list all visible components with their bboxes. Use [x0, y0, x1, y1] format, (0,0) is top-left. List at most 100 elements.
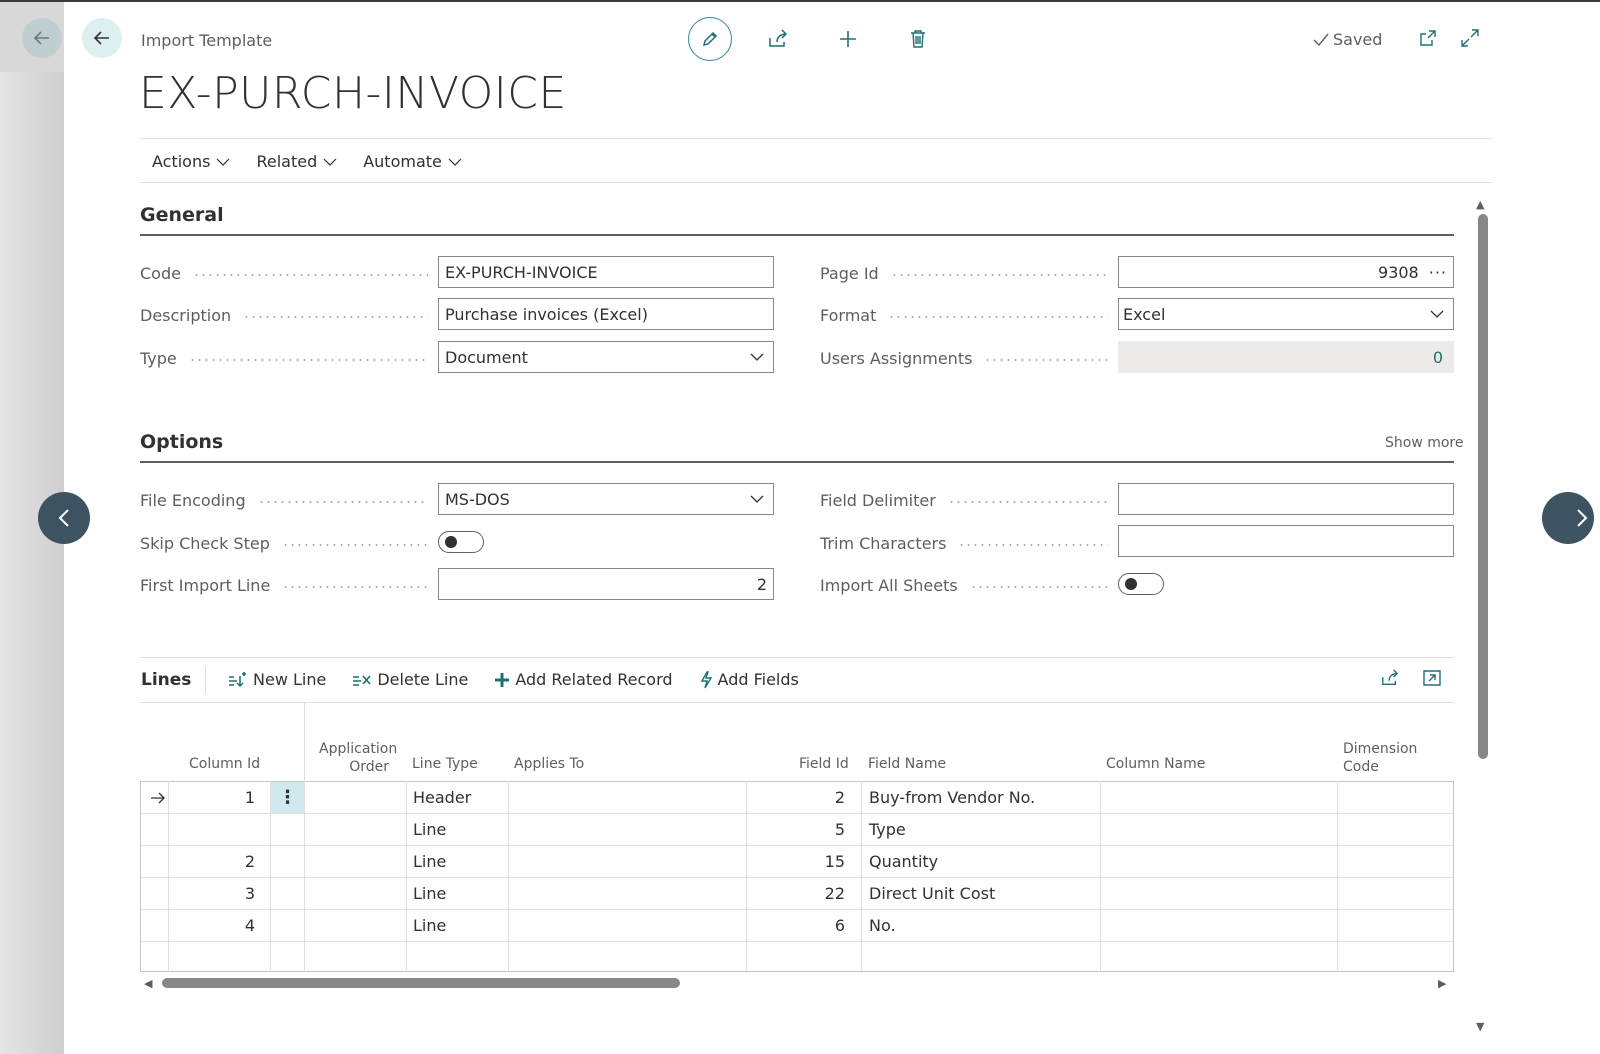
- open-new-window-button[interactable]: [1418, 28, 1438, 52]
- menu-actions-label: Actions: [152, 152, 211, 171]
- delete-line-button[interactable]: Delete Line: [352, 670, 468, 689]
- cell-column-id[interactable]: 4: [170, 910, 255, 941]
- expand-button[interactable]: [1460, 28, 1480, 52]
- format-label-text: Format: [820, 305, 877, 325]
- next-record-button[interactable]: [1542, 492, 1594, 544]
- page-id-lookup-button[interactable]: ···: [1429, 263, 1447, 282]
- import-all-sheets-toggle[interactable]: [1118, 573, 1164, 595]
- description-input[interactable]: Purchase invoices (Excel): [438, 298, 774, 330]
- general-section-rule: [140, 234, 1454, 236]
- menu-related[interactable]: Related: [256, 152, 337, 171]
- code-value: EX-PURCH-INVOICE: [445, 262, 598, 282]
- cell-field-name[interactable]: Direct Unit Cost: [869, 878, 995, 909]
- cell-column-id[interactable]: [170, 814, 255, 845]
- cell-column-id[interactable]: 3: [170, 878, 255, 909]
- column-header-application-order[interactable]: Application Order: [319, 740, 398, 776]
- code-label-text: Code: [140, 263, 181, 283]
- grid-column-divider: [304, 781, 305, 972]
- scroll-up-arrow[interactable]: ▲: [1476, 198, 1484, 211]
- cell-column-id[interactable]: 2: [170, 846, 255, 877]
- table-row[interactable]: 2 Line 15 Quantity: [140, 846, 1454, 878]
- file-encoding-select[interactable]: MS-DOS: [438, 483, 774, 515]
- row-actions-button[interactable]: ⋮: [271, 782, 304, 813]
- page-toolbar: [688, 17, 934, 61]
- scroll-right-arrow[interactable]: ▶: [1438, 977, 1446, 990]
- back-button[interactable]: [82, 18, 122, 58]
- cell-line-type[interactable]: Line: [413, 878, 446, 909]
- skip-check-step-toggle[interactable]: [438, 531, 484, 553]
- code-input[interactable]: EX-PURCH-INVOICE: [438, 256, 774, 288]
- vertical-scrollbar-thumb[interactable]: [1478, 214, 1488, 759]
- column-header-column-name[interactable]: Column Name: [1106, 755, 1205, 773]
- cell-field-id[interactable]: 5: [747, 814, 845, 845]
- users-assignments-value[interactable]: 0: [1118, 341, 1454, 373]
- cell-field-name[interactable]: Type: [869, 814, 906, 845]
- column-header-field-name[interactable]: Field Name: [868, 755, 946, 773]
- column-header-applies-to[interactable]: Applies To: [514, 755, 584, 773]
- cell-field-id[interactable]: 2: [747, 782, 845, 813]
- add-related-record-button[interactable]: Add Related Record: [494, 670, 673, 689]
- delete-button[interactable]: [902, 17, 934, 61]
- grid-border-bottom: [140, 971, 1454, 972]
- column-header-column-id[interactable]: Column Id: [189, 755, 260, 773]
- cell-field-id[interactable]: 15: [747, 846, 845, 877]
- cell-line-type[interactable]: Line: [413, 910, 446, 941]
- skip-check-step-label: Skip Check Step: [140, 527, 434, 559]
- general-section-title[interactable]: General: [140, 204, 224, 226]
- cell-column-id[interactable]: [170, 942, 255, 973]
- scroll-left-arrow[interactable]: ◀: [144, 977, 152, 990]
- breadcrumb: Import Template: [141, 31, 273, 50]
- table-row[interactable]: 1 Header 2 Buy-from Vendor No.: [140, 782, 1454, 814]
- cell-line-type[interactable]: Line: [413, 814, 446, 845]
- show-more-link[interactable]: Show more: [1385, 435, 1464, 451]
- field-delimiter-input[interactable]: [1118, 483, 1454, 515]
- page-id-input[interactable]: 9308 ···: [1118, 256, 1454, 288]
- cell-field-name[interactable]: Buy-from Vendor No.: [869, 782, 1035, 813]
- share-button[interactable]: [762, 17, 794, 61]
- trim-characters-label: Trim Characters: [820, 527, 1114, 559]
- import-all-sheets-label: Import All Sheets: [820, 569, 1114, 601]
- lines-share-button[interactable]: [1380, 669, 1400, 691]
- application-order-header-line1: Application: [319, 741, 398, 757]
- menu-automate[interactable]: Automate: [363, 152, 462, 171]
- cell-field-id[interactable]: [747, 942, 845, 973]
- cell-field-id[interactable]: 6: [747, 910, 845, 941]
- table-row[interactable]: Line 5 Type: [140, 814, 1454, 846]
- lines-action-bar: New Line Delete Line Add Related Record …: [228, 670, 799, 689]
- table-row[interactable]: 4 Line 6 No.: [140, 910, 1454, 942]
- grid-column-divider: [861, 781, 862, 972]
- cell-line-type[interactable]: Line: [413, 846, 446, 877]
- cell-field-name[interactable]: Quantity: [869, 846, 938, 877]
- scroll-down-arrow[interactable]: ▼: [1476, 1020, 1484, 1033]
- menu-actions[interactable]: Actions: [152, 152, 230, 171]
- options-section-title[interactable]: Options: [140, 431, 223, 453]
- new-line-icon: [229, 671, 246, 687]
- cell-field-id[interactable]: 22: [747, 878, 845, 909]
- first-import-line-label: First Import Line: [140, 569, 434, 601]
- format-value: Excel: [1123, 304, 1166, 324]
- table-row[interactable]: [140, 942, 1454, 974]
- new-button[interactable]: [832, 17, 864, 61]
- previous-record-button[interactable]: [38, 492, 90, 544]
- trim-characters-input[interactable]: [1118, 525, 1454, 557]
- cell-line-type[interactable]: Header: [413, 782, 471, 813]
- horizontal-scrollbar-thumb[interactable]: [162, 978, 680, 988]
- cell-field-name[interactable]: No.: [869, 910, 896, 941]
- grid-column-divider: [168, 781, 169, 972]
- table-row[interactable]: 3 Line 22 Direct Unit Cost: [140, 878, 1454, 910]
- column-header-field-id[interactable]: Field Id: [799, 755, 849, 773]
- share-icon: [769, 29, 788, 47]
- type-select[interactable]: Document: [438, 341, 774, 373]
- format-select[interactable]: Excel: [1118, 298, 1454, 330]
- page-id-value: 9308: [1378, 262, 1419, 282]
- menu-related-label: Related: [256, 152, 318, 171]
- cell-column-id[interactable]: 1: [170, 782, 255, 813]
- lines-title[interactable]: Lines: [141, 670, 191, 690]
- first-import-line-input[interactable]: 2: [438, 568, 774, 600]
- new-line-button[interactable]: New Line: [228, 670, 326, 689]
- add-fields-button[interactable]: Add Fields: [699, 670, 799, 689]
- lines-focus-mode-button[interactable]: [1422, 669, 1442, 691]
- column-header-line-type[interactable]: Line Type: [412, 755, 478, 773]
- edit-button[interactable]: [688, 17, 732, 61]
- column-header-dimension-code[interactable]: Dimension Code: [1343, 740, 1417, 776]
